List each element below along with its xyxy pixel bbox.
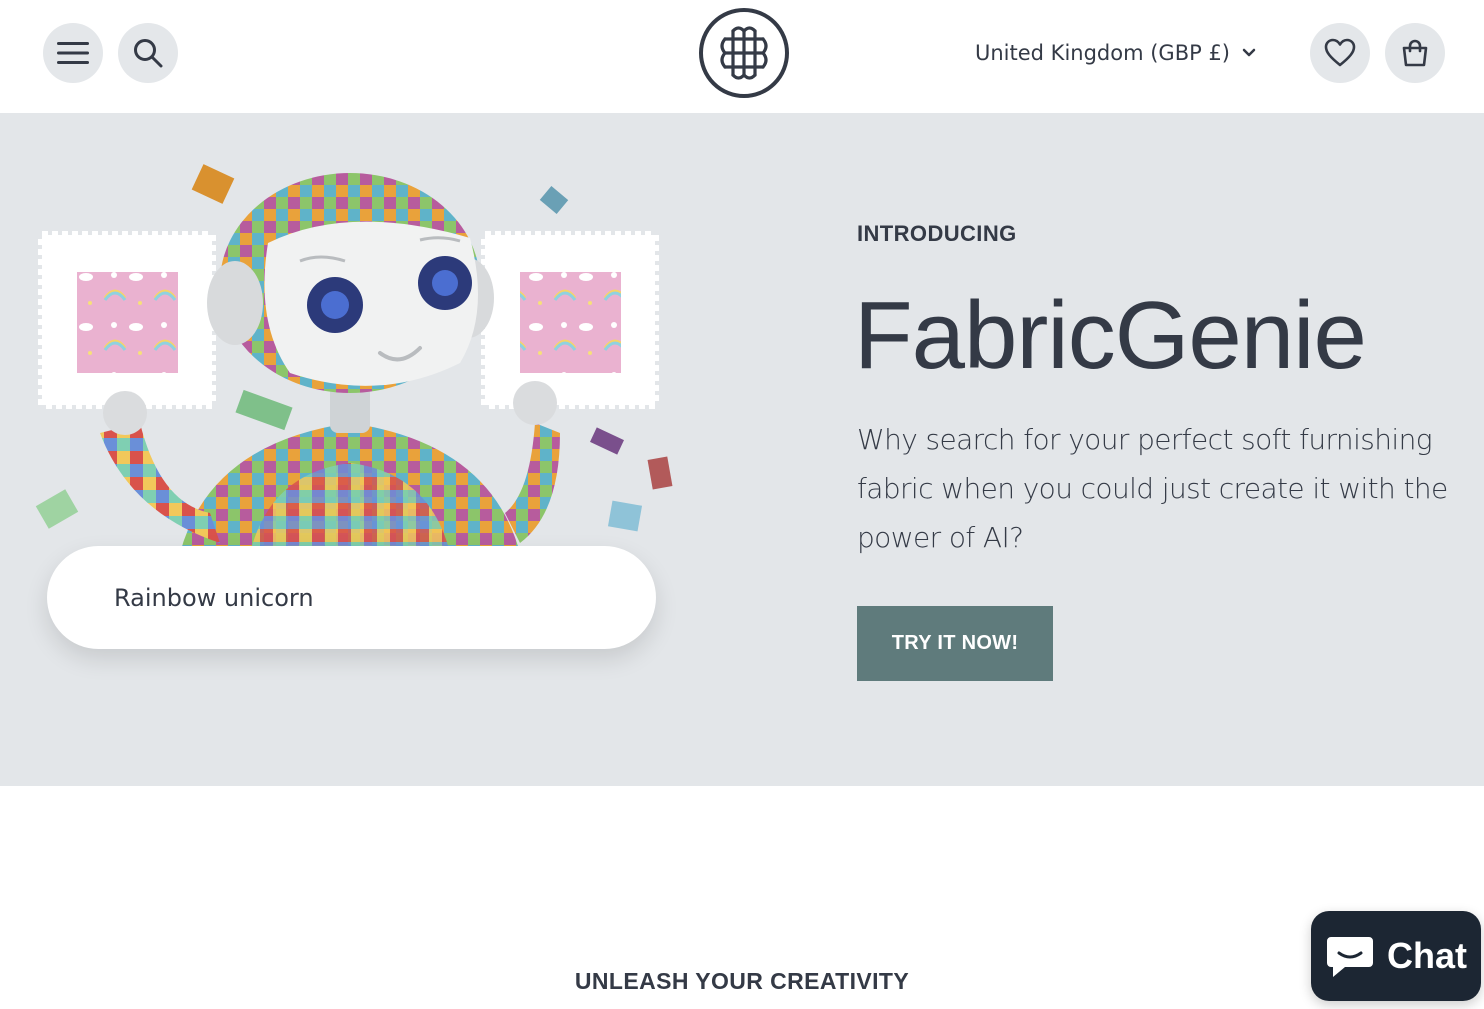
cart-button[interactable]: [1385, 23, 1445, 83]
shopping-bag-icon: [1402, 39, 1428, 67]
chat-bubble-icon: [1327, 937, 1373, 977]
search-icon: [134, 39, 163, 68]
menu-button[interactable]: [43, 23, 103, 83]
section-subheading: UNLEASH YOUR CREATIVITY: [574, 968, 910, 994]
wishlist-button[interactable]: [1310, 23, 1370, 83]
chat-widget-button[interactable]: Chat: [1311, 911, 1481, 1001]
try-it-now-button[interactable]: TRY IT NOW!: [857, 606, 1053, 681]
hero-banner: INTRODUCING FabricGenie Why search for y…: [0, 113, 1484, 786]
prompt-input-bubble[interactable]: [47, 546, 656, 649]
country-label: United Kingdom (GBP £): [975, 41, 1230, 65]
heart-icon: [1324, 38, 1356, 67]
hamburger-menu-icon: [57, 42, 89, 64]
country-currency-selector[interactable]: United Kingdom (GBP £): [975, 38, 1256, 68]
prompt-input[interactable]: [114, 583, 314, 612]
chat-label: Chat: [1387, 935, 1467, 976]
celtic-knot-logo[interactable]: [698, 7, 790, 99]
chevron-down-icon: [1242, 48, 1256, 57]
search-button[interactable]: [118, 23, 178, 83]
hero-description: Why search for your perfect soft furnish…: [857, 423, 1448, 554]
hero-title: FabricGenie: [854, 282, 1367, 389]
site-header: United Kingdom (GBP £): [0, 0, 1484, 113]
hero-eyebrow: INTRODUCING: [857, 221, 1017, 246]
